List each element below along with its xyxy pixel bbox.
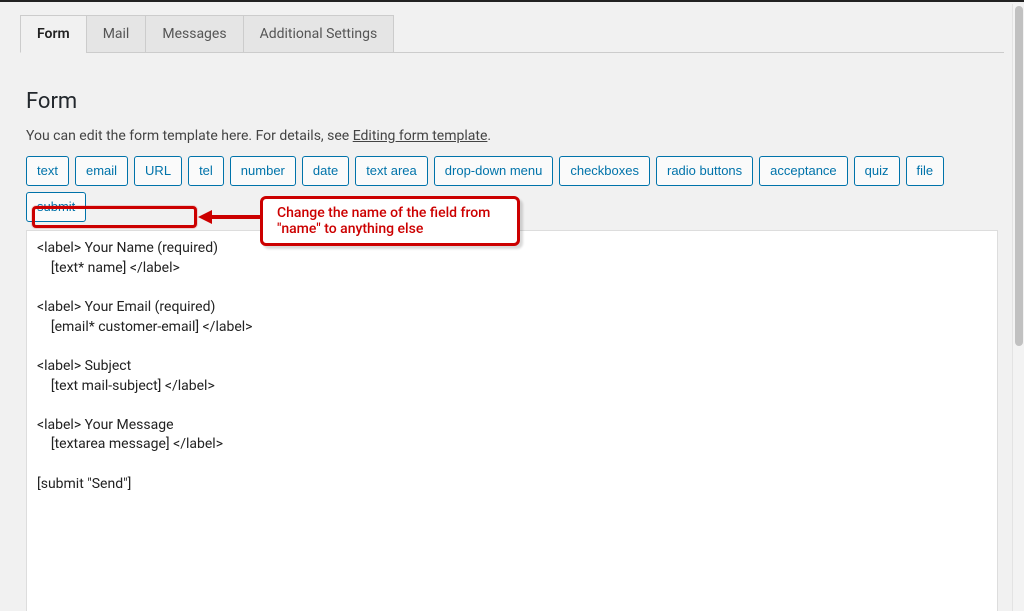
tag-btn-date[interactable]: date: [302, 156, 349, 186]
tab-messages[interactable]: Messages: [145, 15, 243, 53]
annotation-callout: Change the name of the field from "name"…: [260, 196, 520, 246]
tag-btn-dropdown[interactable]: drop-down menu: [434, 156, 554, 186]
tag-btn-textarea[interactable]: text area: [355, 156, 428, 186]
vertical-scrollbar[interactable]: [1012, 4, 1024, 611]
tag-btn-tel[interactable]: tel: [188, 156, 224, 186]
form-template-textarea[interactable]: [26, 230, 998, 611]
tab-additional-settings[interactable]: Additional Settings: [243, 15, 395, 53]
tab-form[interactable]: Form: [20, 15, 87, 53]
tag-btn-text[interactable]: text: [26, 156, 69, 186]
tag-btn-submit[interactable]: submit: [26, 192, 86, 222]
annotation-text-line2: "name" to anything else: [277, 221, 503, 237]
tag-btn-file[interactable]: file: [906, 156, 945, 186]
tag-btn-acceptance[interactable]: acceptance: [759, 156, 848, 186]
tag-btn-quiz[interactable]: quiz: [854, 156, 900, 186]
editor-tabs: Form Mail Messages Additional Settings: [20, 14, 1004, 53]
tag-btn-url[interactable]: URL: [134, 156, 182, 186]
panel-form: Form You can edit the form template here…: [0, 41, 1024, 611]
helper-link[interactable]: Editing form template: [353, 128, 488, 144]
annotation-text-line1: Change the name of the field from: [277, 205, 503, 221]
tag-btn-email[interactable]: email: [75, 156, 128, 186]
helper-suffix: .: [487, 128, 491, 144]
helper-text: You can edit the form template here. For…: [26, 128, 998, 144]
tag-btn-radio[interactable]: radio buttons: [656, 156, 753, 186]
tag-btn-checkboxes[interactable]: checkboxes: [559, 156, 650, 186]
helper-prefix: You can edit the form template here. For…: [26, 128, 353, 144]
scrollbar-thumb[interactable]: [1015, 6, 1023, 346]
section-title: Form: [26, 89, 998, 114]
tag-btn-number[interactable]: number: [230, 156, 296, 186]
tab-mail[interactable]: Mail: [86, 15, 147, 53]
